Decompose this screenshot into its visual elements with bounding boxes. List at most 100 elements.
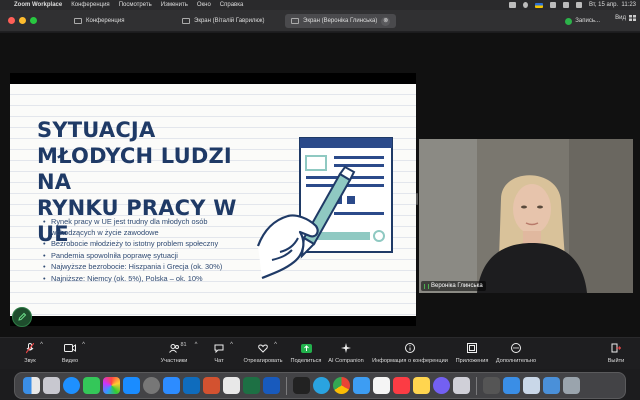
screen-share-icon xyxy=(291,18,299,24)
viber-icon[interactable] xyxy=(433,377,450,394)
dock-separator xyxy=(476,376,477,395)
audio-level-icon xyxy=(424,283,429,289)
annotate-button[interactable] xyxy=(12,307,32,327)
zoom-icon[interactable] xyxy=(163,377,180,394)
participant-video[interactable]: Вероніка Глинська xyxy=(419,139,633,293)
pencil-icon xyxy=(18,312,27,321)
shared-screen[interactable]: SYTUACJA MŁODYCH LUDZI NA RYNKU PRACY W … xyxy=(10,73,416,326)
battery-icon[interactable] xyxy=(508,2,516,8)
tab-label: Экран (Вероніка Глинська) xyxy=(303,18,378,24)
messages-icon[interactable] xyxy=(83,377,100,394)
slide-title-line: SYTUACJA xyxy=(37,118,156,142)
menu-item-view[interactable]: Посмотреть xyxy=(119,2,152,8)
chat-icon: ^ xyxy=(214,342,233,354)
menu-item-edit[interactable]: Изменить xyxy=(161,2,188,8)
notes-icon[interactable] xyxy=(413,377,430,394)
toolbar-label: Выйти xyxy=(607,358,625,364)
app-store-icon[interactable] xyxy=(123,377,140,394)
slide-bullet-list: Rynek pracy w UE jest trudny dla młodych… xyxy=(43,217,233,286)
finder-icon[interactable] xyxy=(23,377,40,394)
close-window-button[interactable] xyxy=(8,17,15,24)
mail-icon[interactable] xyxy=(353,377,370,394)
system-settings-icon[interactable] xyxy=(143,377,160,394)
photos-icon[interactable] xyxy=(103,377,120,394)
participants-icon: 81 ^ xyxy=(168,342,198,354)
chrome-icon[interactable] xyxy=(333,377,350,394)
tab-screen-vitalii[interactable]: Экран (Віталій Гаврилюк) xyxy=(176,14,271,28)
leave-button[interactable]: Выйти xyxy=(596,342,636,364)
wifi-icon[interactable] xyxy=(549,2,556,8)
tab-screen-veronika[interactable]: Экран (Вероніка Глинська) ⊗ xyxy=(285,14,397,28)
leave-icon xyxy=(611,342,621,354)
spotlight-icon[interactable] xyxy=(562,2,569,8)
safari-icon[interactable] xyxy=(63,377,80,394)
terminal-icon[interactable] xyxy=(293,377,310,394)
input-language-flag-icon[interactable] xyxy=(534,2,543,8)
camera-icon: ^ xyxy=(64,342,85,354)
toolbar-label: Дополнительно xyxy=(495,358,537,364)
tab-conference[interactable]: Конференция xyxy=(68,14,130,28)
more-icon xyxy=(511,342,521,354)
video-button[interactable]: ^ Видео xyxy=(40,342,100,364)
music-icon[interactable] xyxy=(393,377,410,394)
finder-window-icon[interactable] xyxy=(503,377,520,394)
launchpad-icon[interactable] xyxy=(43,377,60,394)
minimize-window-button[interactable] xyxy=(19,17,26,24)
preview-icon[interactable] xyxy=(453,377,470,394)
downloads-folder-icon[interactable] xyxy=(543,377,560,394)
menu-bar: Zoom Workplace Конференция Посмотреть Из… xyxy=(0,0,640,10)
control-center-icon[interactable] xyxy=(575,2,582,8)
fullscreen-window-button[interactable] xyxy=(30,17,37,24)
menu-item-window[interactable]: Окно xyxy=(197,2,211,8)
participant-name: Вероніка Глинська xyxy=(431,283,483,289)
recording-badge[interactable]: Запись... xyxy=(565,15,600,27)
share-icon xyxy=(300,342,312,354)
participant-name-label: Вероніка Глинська xyxy=(421,281,486,291)
stop-share-icon[interactable] xyxy=(522,2,528,8)
more-button[interactable]: Дополнительно xyxy=(486,342,546,364)
video-options-caret[interactable]: ^ xyxy=(82,342,85,348)
calendar-icon[interactable] xyxy=(373,377,390,394)
slide-title-line: MŁODYCH LUDZI NA xyxy=(37,144,232,194)
toolbar-label: Участники xyxy=(160,358,188,364)
menu-item-help[interactable]: Справка xyxy=(220,2,244,8)
ai-companion-icon xyxy=(341,342,351,354)
toolbar-label: Информация о конференции xyxy=(372,358,448,364)
telegram-icon[interactable] xyxy=(313,377,330,394)
outlook-icon[interactable] xyxy=(183,377,200,394)
close-tab-icon[interactable]: ⊗ xyxy=(381,16,391,26)
slide-bullet: Najniższe: Niemcy (ok. 5%), Polska – ok.… xyxy=(43,274,233,285)
word-icon[interactable] xyxy=(263,377,280,394)
toolbar-label: AI Companion xyxy=(328,358,364,364)
tab-label: Экран (Віталій Гаврилюк) xyxy=(194,18,265,24)
apps-icon xyxy=(467,342,477,354)
trash-icon[interactable] xyxy=(563,377,580,394)
view-button[interactable]: Вид xyxy=(615,15,636,21)
ai-companion-button[interactable]: AI Companion xyxy=(316,342,376,364)
microphone-muted-icon: ^ xyxy=(26,342,43,354)
menu-item-conference[interactable]: Конференция xyxy=(71,2,109,8)
slide-bullet: Bezrobocie młodzieży to istotny problem … xyxy=(43,239,233,250)
dock-separator xyxy=(286,376,287,395)
presentation-slide: SYTUACJA MŁODYCH LUDZI NA RYNKU PRACY W … xyxy=(10,84,416,316)
menu-app-name[interactable]: Zoom Workplace xyxy=(14,2,62,8)
toolbar-label: Звук xyxy=(24,358,36,364)
split-view-divider[interactable] xyxy=(416,193,418,205)
word-online-icon[interactable] xyxy=(223,377,240,394)
excel-icon[interactable] xyxy=(243,377,260,394)
participant-camera-feed xyxy=(419,139,633,293)
security-shield-icon xyxy=(565,17,573,25)
clock[interactable]: Вт, 15 апр. 11:23 xyxy=(589,2,636,8)
slide-bullet: Pandemia spowolniła poprawę sytuacji xyxy=(43,251,233,262)
view-label: Вид xyxy=(615,15,626,21)
grid-view-icon xyxy=(629,15,636,21)
screen-share-icon xyxy=(182,18,190,24)
hand-writing-document-illustration xyxy=(256,137,393,280)
powerpoint-icon[interactable] xyxy=(203,377,220,394)
toolbar-label: Чат xyxy=(214,358,224,364)
meeting-info-button[interactable]: Информация о конференции xyxy=(368,342,452,364)
activity-monitor-icon[interactable] xyxy=(483,377,500,394)
slide-bullet: Najwyższe bezrobocie: Hiszpania i Grecja… xyxy=(43,262,233,273)
photos-window-icon[interactable] xyxy=(523,377,540,394)
meeting-area: SYTUACJA MŁODYCH LUDZI NA RYNKU PRACY W … xyxy=(0,33,640,337)
